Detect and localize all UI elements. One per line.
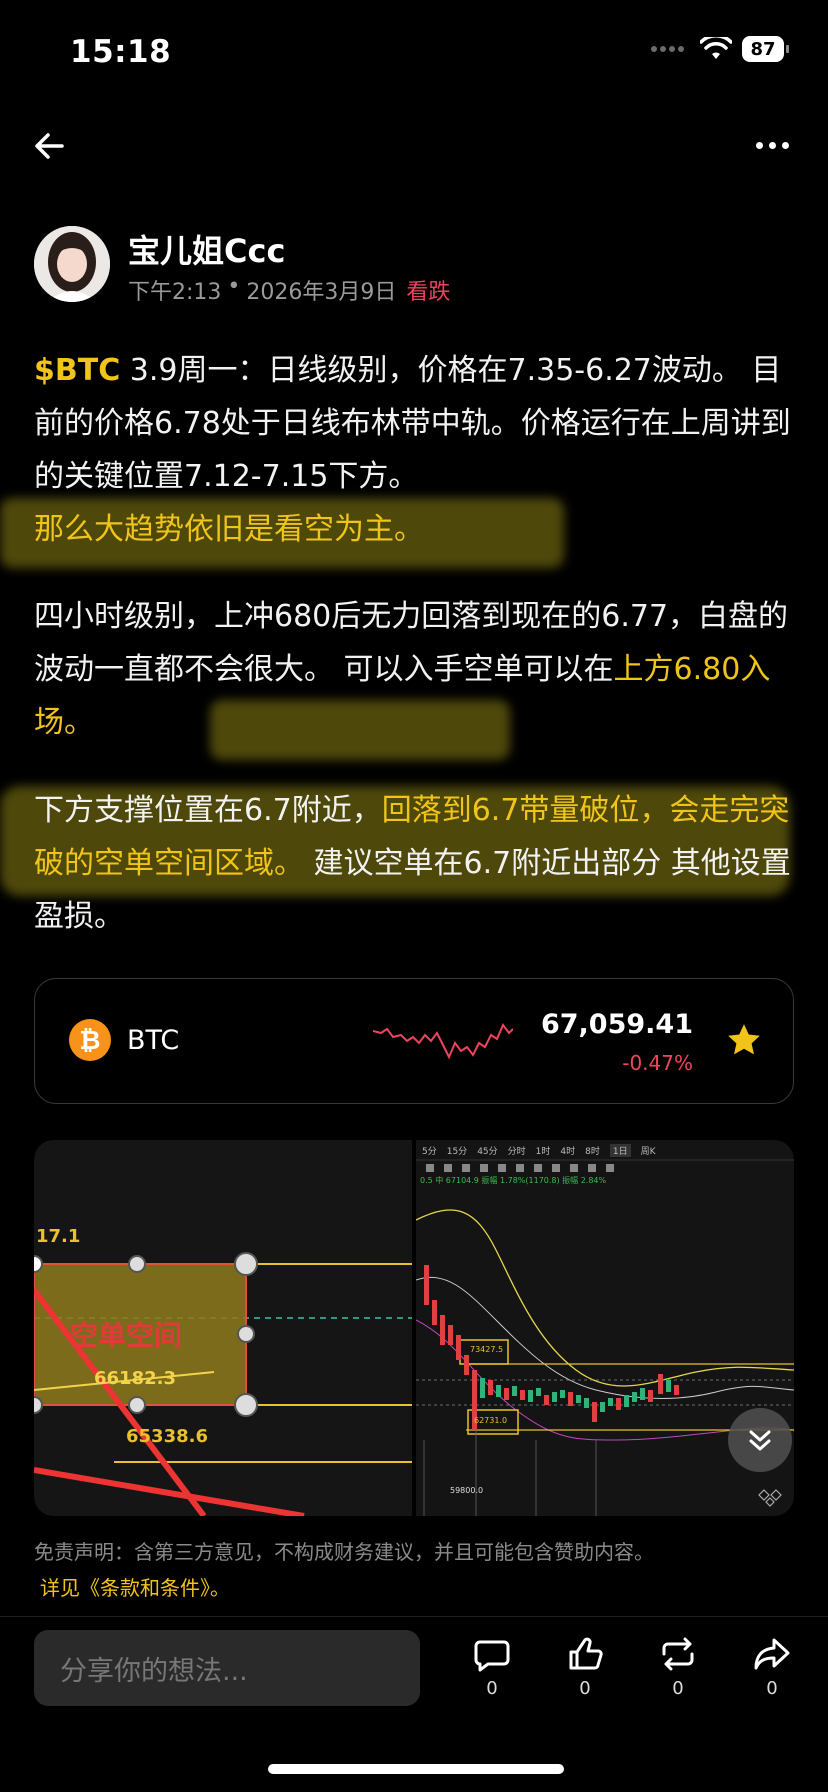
home-indicator[interactable] bbox=[268, 1764, 564, 1774]
bitcoin-icon: ₿ bbox=[69, 1019, 111, 1061]
level-label: 65338.6 bbox=[126, 1426, 208, 1447]
cellular-signal-icon bbox=[651, 46, 684, 52]
paragraph-text: 下方支撑位置在6.7附近， bbox=[34, 793, 382, 828]
post-date: 2026年3月9日 bbox=[246, 280, 397, 305]
repost-button[interactable]: 0 bbox=[648, 1634, 708, 1699]
repost-icon bbox=[662, 1637, 694, 1671]
ticker-change: -0.47% bbox=[622, 1051, 693, 1075]
highlighted-text: 那么大趋势依旧是看空为主。 bbox=[34, 512, 424, 547]
comment-button[interactable]: 0 bbox=[462, 1634, 522, 1699]
back-arrow-icon[interactable] bbox=[32, 126, 76, 166]
avatar[interactable] bbox=[34, 226, 110, 302]
thumbs-up-icon bbox=[569, 1637, 603, 1670]
post-paragraph-1: $BTC 3.9周一：日线级别，价格在7.35-6.27波动。 目前的价格6.7… bbox=[34, 344, 796, 556]
sentiment-badge: 看跌 bbox=[406, 280, 451, 305]
author-name[interactable]: 宝儿姐Ccc bbox=[128, 226, 285, 272]
ticker-price: 67,059.41 bbox=[540, 1009, 693, 1040]
price-sparkline bbox=[373, 1023, 513, 1060]
post-meta: 下午2:13 • 2026年3月9日 看跌 bbox=[128, 274, 450, 306]
disclaimer-text: 免责声明：含第三方意见，不构成财务建议，并且可能包含赞助内容。 bbox=[34, 1540, 654, 1564]
zone-label: 空单空间 bbox=[70, 1319, 183, 1352]
share-button[interactable]: 0 bbox=[742, 1634, 802, 1699]
level-label: 66182.3 bbox=[94, 1368, 176, 1389]
status-time: 15:18 bbox=[70, 34, 172, 70]
more-options-icon[interactable] bbox=[750, 130, 794, 160]
ticker-symbol: BTC bbox=[127, 1025, 180, 1056]
box-label: 73427.5 bbox=[470, 1345, 504, 1354]
wifi-icon bbox=[700, 37, 732, 59]
favorite-star-icon[interactable] bbox=[725, 1021, 763, 1059]
divider bbox=[0, 1616, 828, 1617]
box-label: 62731.0 bbox=[474, 1416, 508, 1425]
level-label: 17.1 bbox=[36, 1226, 81, 1247]
post-paragraph-3: 下方支撑位置在6.7附近，回落到6.7带量破位，会走完突破的空单空间区域。 建议… bbox=[34, 784, 796, 943]
scroll-down-button[interactable] bbox=[728, 1408, 792, 1472]
watermark-logo-icon bbox=[758, 1489, 782, 1507]
like-count: 0 bbox=[579, 1678, 591, 1699]
post-paragraph-2: 四小时级别，上冲680后无力回落到现在的6.77，白盘的波动一直都不会很大。 可… bbox=[34, 590, 796, 749]
double-chevron-down-icon bbox=[749, 1430, 771, 1451]
chart-image-1[interactable]: 17.1 空单空间 66182.3 65338.6 bbox=[34, 1140, 412, 1516]
ticker-tag[interactable]: $BTC bbox=[34, 353, 120, 388]
post-time: 下午2:13 bbox=[128, 280, 222, 305]
meta-separator: • bbox=[227, 274, 241, 299]
repost-count: 0 bbox=[672, 1678, 684, 1699]
min-price-label: 59800.0 bbox=[450, 1486, 484, 1495]
share-count: 0 bbox=[766, 1678, 778, 1699]
comment-input[interactable]: 分享你的想法... bbox=[34, 1630, 420, 1706]
paragraph-text: 3.9周一：日线级别，价格在7.35-6.27波动。 目前的价格6.78处于日线… bbox=[34, 353, 791, 494]
comment-count: 0 bbox=[486, 1678, 498, 1699]
status-icons: 87 bbox=[651, 36, 789, 62]
ticker-card[interactable]: ₿ BTC 67,059.41 -0.47% bbox=[34, 978, 794, 1104]
like-button[interactable]: 0 bbox=[555, 1634, 615, 1699]
share-icon bbox=[754, 1638, 790, 1670]
terms-link[interactable]: 详见《条款和条件》。 bbox=[40, 1572, 230, 1601]
comment-icon bbox=[474, 1640, 510, 1672]
battery-indicator: 87 bbox=[742, 36, 789, 62]
